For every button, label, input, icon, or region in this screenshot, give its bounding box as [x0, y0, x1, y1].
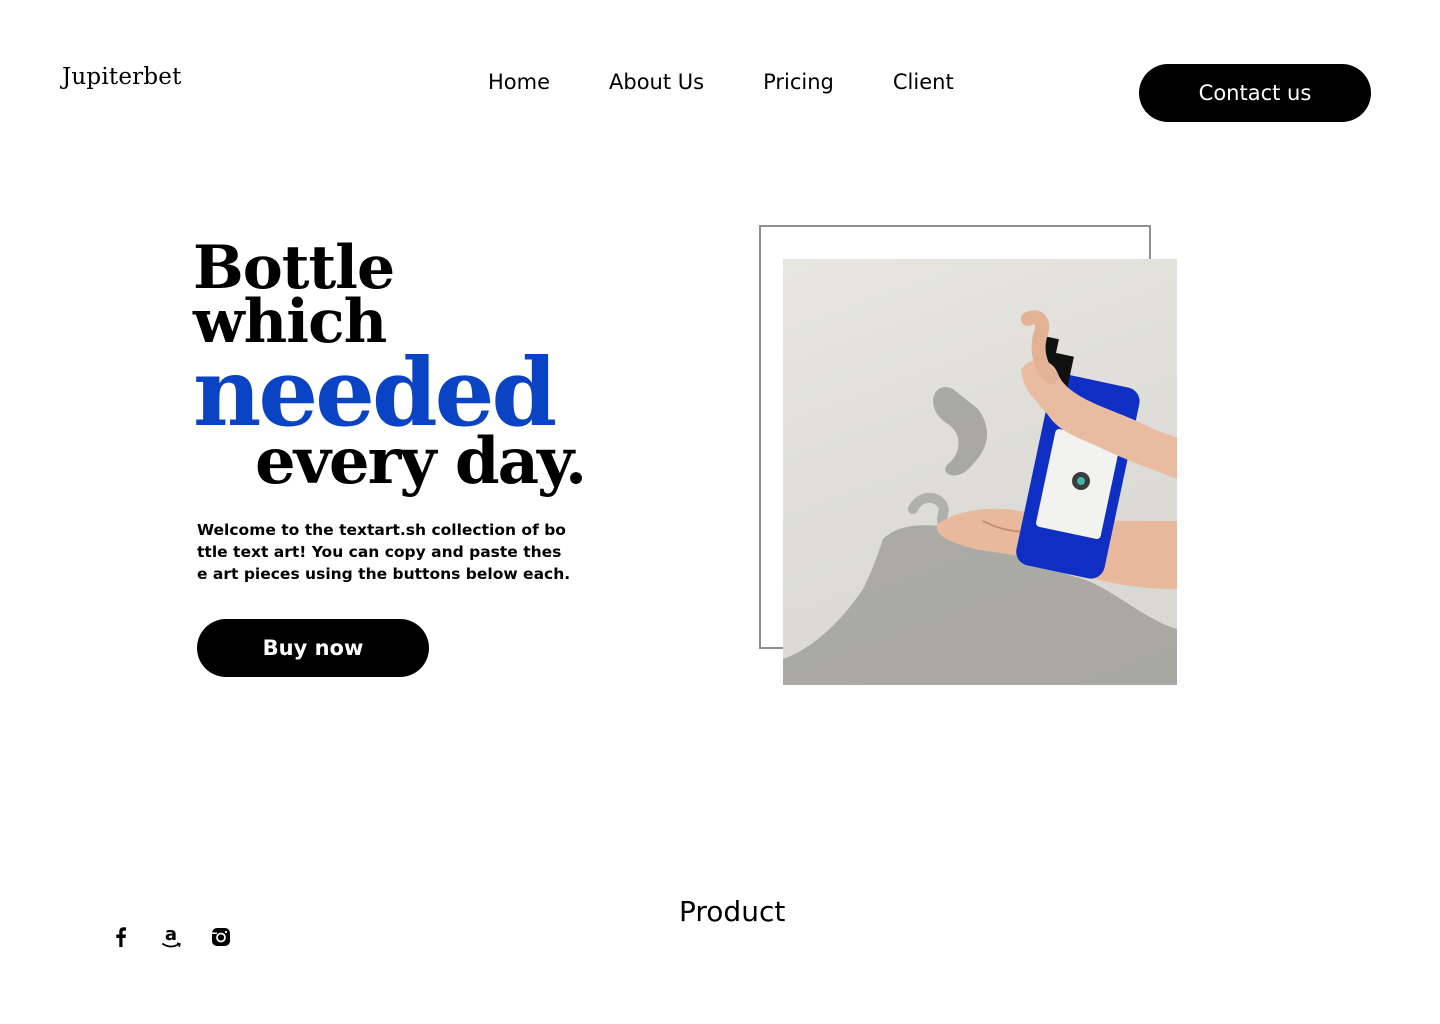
nav-home[interactable]: Home [488, 70, 550, 94]
amazon-icon[interactable]: a [160, 925, 182, 949]
svg-text:a: a [165, 925, 177, 945]
main-nav: Home About Us Pricing Client [488, 70, 954, 94]
hero-headline: Bottle which needed every day. [193, 238, 587, 499]
product-photo [783, 259, 1177, 685]
nav-client[interactable]: Client [893, 70, 954, 94]
social-links: a [110, 925, 232, 949]
buy-now-button[interactable]: Buy now [197, 619, 429, 677]
product-section-heading: Product [679, 895, 786, 928]
hero-description: Welcome to the textart.sh collection of … [197, 521, 571, 583]
headline-line-4: every day. [255, 424, 587, 499]
facebook-icon[interactable] [110, 925, 132, 949]
brand-logo[interactable]: Jupiterbet [62, 64, 182, 90]
nav-pricing[interactable]: Pricing [763, 70, 834, 94]
instagram-icon[interactable] [210, 925, 232, 949]
nav-about-us[interactable]: About Us [609, 70, 704, 94]
contact-us-button[interactable]: Contact us [1139, 64, 1371, 122]
